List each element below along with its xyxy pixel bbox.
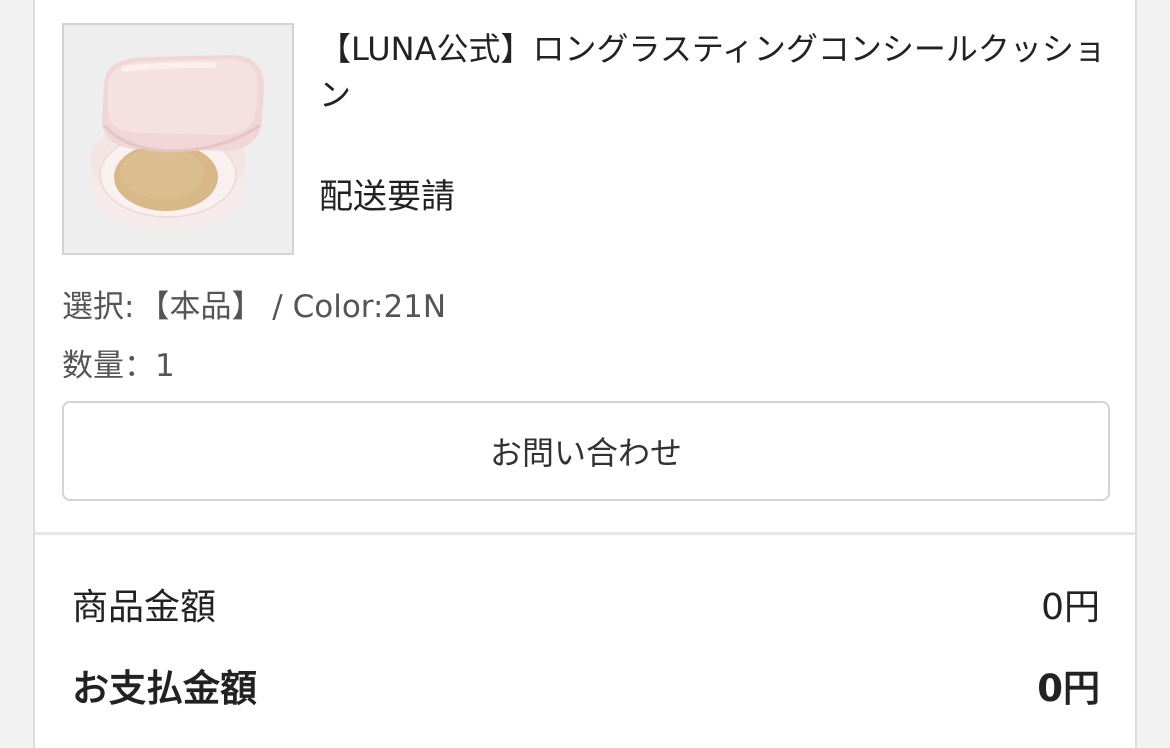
total-label: お支払金額 (72, 667, 257, 710)
order-item-card: 【LUNA公式】ロングラスティングコンシールクッション 配送要請 選択: 【本品】… (33, 0, 1137, 748)
cushion-compact-image (64, 25, 292, 253)
quantity-label: 数量： (62, 348, 155, 384)
product-quantity: 数量：1 (62, 346, 175, 386)
subtotal-row: 商品金額 0円 (72, 578, 1100, 630)
product-options: 選択: 【本品】 / Color:21N (62, 287, 446, 327)
subtotal-value: 0円 (1041, 587, 1100, 628)
product-title[interactable]: 【LUNA公式】ロングラスティングコンシールクッション (319, 26, 1109, 118)
quantity-value: 1 (155, 348, 175, 384)
subtotal-label: 商品金額 (72, 587, 217, 628)
total-row: お支払金額 0円 (72, 658, 1100, 712)
inquiry-button[interactable]: お問い合わせ (62, 401, 1110, 501)
options-value: 【本品】 / Color:21N (138, 289, 447, 325)
section-divider (35, 532, 1135, 535)
order-status: 配送要請 (319, 177, 455, 217)
total-value: 0円 (1037, 667, 1100, 710)
product-thumbnail[interactable] (62, 23, 294, 255)
options-label: 選択: (62, 289, 135, 325)
